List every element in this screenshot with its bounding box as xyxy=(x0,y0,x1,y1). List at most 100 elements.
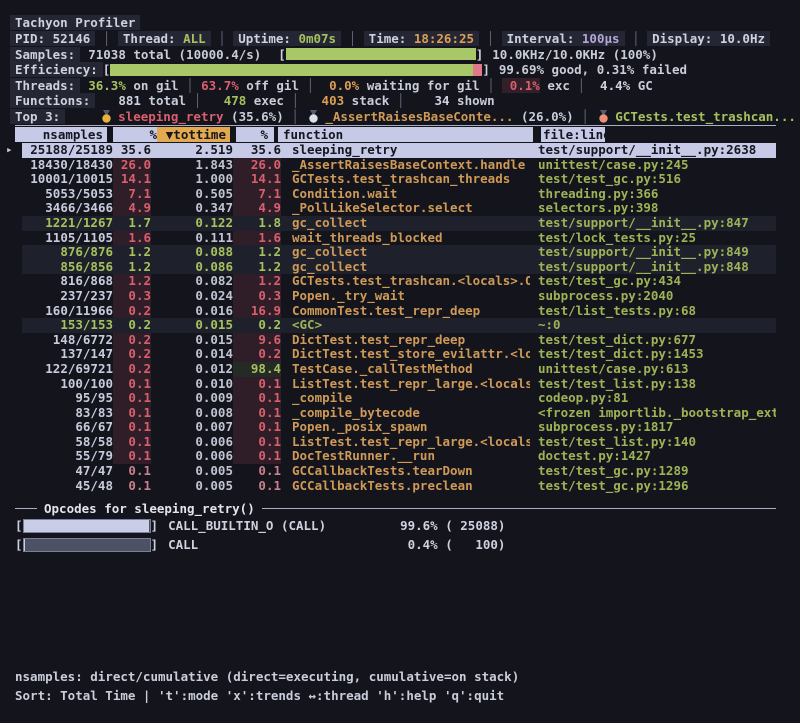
cell-function: DictTest.test_repr_deep xyxy=(281,333,530,348)
cell-tottime: 0.015 xyxy=(151,333,233,348)
table-row[interactable]: 25188/25189 35.6 2.519 35.6 sleeping_ret… xyxy=(22,143,776,158)
table-row[interactable]: 137/147 0.2 0.014 0.2 DictTest.test_stor… xyxy=(22,347,776,362)
table-row[interactable]: 66/67 0.1 0.007 0.1 Popen._posix_spawn s… xyxy=(22,420,776,435)
cell-direct-pct: 0.1 xyxy=(113,479,151,494)
cell-file-line: selectors.py:398 xyxy=(530,201,776,216)
table-row[interactable]: 237/237 0.3 0.024 0.3 Popen._try_wait su… xyxy=(22,289,776,304)
profiler-screen: Tachyon Profiler PID: 52146 │ Thread: AL… xyxy=(0,0,800,723)
column-header-nsamples[interactable]: nsamples xyxy=(15,127,107,142)
opcode-progress-bar xyxy=(23,538,151,552)
cell-nsamples: 18430/18430 xyxy=(22,158,113,173)
table-row[interactable]: 153/153 0.2 0.015 0.2 <GC> ~:0 xyxy=(22,318,776,333)
cell-function: Popen._posix_spawn xyxy=(281,420,530,435)
table-header: nsamples % ▼tottime % function file:line xyxy=(0,127,776,142)
cell-direct-pct: 0.1 xyxy=(113,435,151,450)
cell-nsamples: 237/237 xyxy=(22,289,113,304)
table-row[interactable]: 1105/1105 1.6 0.111 1.6 wait_threads_blo… xyxy=(22,231,776,246)
cell-nsamples: 1105/1105 xyxy=(22,231,113,246)
table-row[interactable]: 856/856 1.2 0.086 1.2 gc_collect test/su… xyxy=(22,260,776,275)
samples-progress-bar xyxy=(286,48,476,60)
table-row[interactable]: 5053/5053 7.1 0.505 7.1 Condition.wait t… xyxy=(22,187,776,202)
status-item-label: Display: xyxy=(652,31,720,46)
cell-function: GCCallbackTests.tearDown xyxy=(281,464,530,479)
cell-cumulative-pct: 0.1 xyxy=(233,420,281,435)
cell-cumulative-pct: 0.2 xyxy=(233,347,281,362)
cell-direct-pct: 0.2 xyxy=(113,362,151,377)
footer-keybindings: Sort: Total Time | 't':mode 'x':trends ↔… xyxy=(15,687,504,703)
cell-direct-pct: 1.2 xyxy=(113,245,151,260)
cell-file-line: test/support/__init__.py:848 xyxy=(530,260,776,275)
table-row[interactable]: 3466/3466 4.9 0.347 4.9 _PollLikeSelecto… xyxy=(22,201,776,216)
table-row[interactable]: 45/48 0.1 0.005 0.1 GCCallbackTests.prec… xyxy=(22,479,776,494)
cell-direct-pct: 1.7 xyxy=(113,216,151,231)
open-bracket: [ xyxy=(15,518,23,533)
opcodes-title: Opcodes for sleeping_retry() xyxy=(37,501,262,516)
cell-file-line: test/test_gc.py:1296 xyxy=(530,479,776,494)
column-header-tottime-sorted[interactable]: ▼tottime xyxy=(157,127,230,142)
threads-label: Threads: xyxy=(10,78,80,93)
column-header-file[interactable]: file:line xyxy=(541,127,605,142)
cell-tottime: 0.505 xyxy=(151,187,233,202)
top3-function-name[interactable]: _AssertRaisesBaseConte... xyxy=(325,109,513,124)
cell-file-line: test/test_gc.py:434 xyxy=(530,274,776,289)
silver-medal-icon xyxy=(307,110,320,123)
status-item-value: ALL xyxy=(183,31,206,46)
threads-value: 4.4% xyxy=(593,78,631,93)
table-row[interactable]: 95/95 0.1 0.009 0.1 _compile codeop.py:8… xyxy=(22,391,776,406)
separator: │ xyxy=(480,78,503,93)
samples-line: Samples: 71038 total (10000.4/s) [ ] 10.… xyxy=(10,46,658,62)
table-row[interactable]: 876/876 1.2 0.088 1.2 gc_collect test/su… xyxy=(22,245,776,260)
table-row[interactable]: 18430/18430 26.0 1.843 26.0 _AssertRaise… xyxy=(22,158,776,173)
functions-value-label: shown xyxy=(450,93,495,108)
separator: │ xyxy=(479,31,502,46)
separator: │ xyxy=(574,109,597,124)
separator: │ xyxy=(211,31,234,46)
status-item-label: Time: xyxy=(369,31,414,46)
cell-function: gc_collect xyxy=(281,245,530,260)
cell-cumulative-pct: 26.0 xyxy=(233,158,281,173)
table-row[interactable]: 122/69721 0.2 0.012 98.4 TestCase._callT… xyxy=(22,362,776,377)
table-row[interactable]: 83/83 0.1 0.008 0.1 _compile_bytecode <f… xyxy=(22,406,776,421)
cell-direct-pct: 7.1 xyxy=(113,187,151,202)
table-row[interactable]: 55/79 0.1 0.006 0.1 DocTestRunner.__run … xyxy=(22,449,776,464)
close-bracket: ] xyxy=(476,47,484,62)
cell-file-line: ~:0 xyxy=(530,318,776,333)
threads-value: 0.0% xyxy=(322,78,360,93)
cell-direct-pct: 0.2 xyxy=(113,304,151,319)
separator: │ xyxy=(95,31,118,46)
cell-cumulative-pct: 0.1 xyxy=(233,377,281,392)
table-row[interactable]: 58/58 0.1 0.006 0.1 ListTest.test_repr_l… xyxy=(22,435,776,450)
table-row[interactable]: 148/6772 0.2 0.015 9.6 DictTest.test_rep… xyxy=(22,333,776,348)
top3-function-name[interactable]: GCTests.test_trashcan... xyxy=(615,109,796,124)
cell-function: GCTests.test_trashcan.<locals>.Ouch... xyxy=(281,274,530,289)
status-line: PID: 52146 │ Thread: ALL │ Uptime: 0m07s… xyxy=(10,30,770,46)
cell-cumulative-pct: 0.1 xyxy=(233,449,281,464)
table-row[interactable]: 816/868 1.2 0.082 1.2 GCTests.test_trash… xyxy=(22,274,776,289)
cell-nsamples: 3466/3466 xyxy=(22,201,113,216)
table-row[interactable]: 100/100 0.1 0.010 0.1 ListTest.test_repr… xyxy=(22,377,776,392)
table-row[interactable]: 10001/10015 14.1 1.000 14.1 GCTests.test… xyxy=(22,172,776,187)
opcode-progress-bar xyxy=(23,519,151,533)
cell-direct-pct: 35.6 xyxy=(113,143,151,158)
function-table: 25188/25189 35.6 2.519 35.6 sleeping_ret… xyxy=(0,143,776,493)
functions-segments: 881 total │ 478 exec │ 403 stack │ 34 sh… xyxy=(103,93,494,108)
close-bracket: ] xyxy=(482,62,490,77)
top3-function-name[interactable]: sleeping_retry xyxy=(118,109,223,124)
bronze-medal-icon xyxy=(597,110,610,123)
cell-direct-pct: 0.1 xyxy=(113,420,151,435)
cell-file-line: test/test_dict.py:1453 xyxy=(530,347,776,362)
table-row[interactable]: 1221/1267 1.7 0.122 1.8 gc_collect test/… xyxy=(22,216,776,231)
column-header-pct2[interactable]: % xyxy=(236,127,274,142)
efficiency-failed-fill xyxy=(473,64,482,76)
table-row[interactable]: 47/47 0.1 0.005 0.1 GCCallbackTests.tear… xyxy=(22,464,776,479)
table-row[interactable]: 160/11966 0.2 0.016 16.9 CommonTest.test… xyxy=(22,304,776,319)
cell-cumulative-pct: 0.3 xyxy=(233,289,281,304)
column-header-function[interactable]: function xyxy=(278,127,533,142)
cell-nsamples: 45/48 xyxy=(22,479,113,494)
cell-file-line: doctest.py:1427 xyxy=(530,449,776,464)
cell-file-line: test/support/__init__.py:2638 xyxy=(530,143,776,158)
cell-nsamples: 153/153 xyxy=(22,318,113,333)
cell-tottime: 2.519 xyxy=(151,143,233,158)
top3-function-pct: (14.1%) xyxy=(796,109,800,124)
cell-nsamples: 5053/5053 xyxy=(22,187,113,202)
